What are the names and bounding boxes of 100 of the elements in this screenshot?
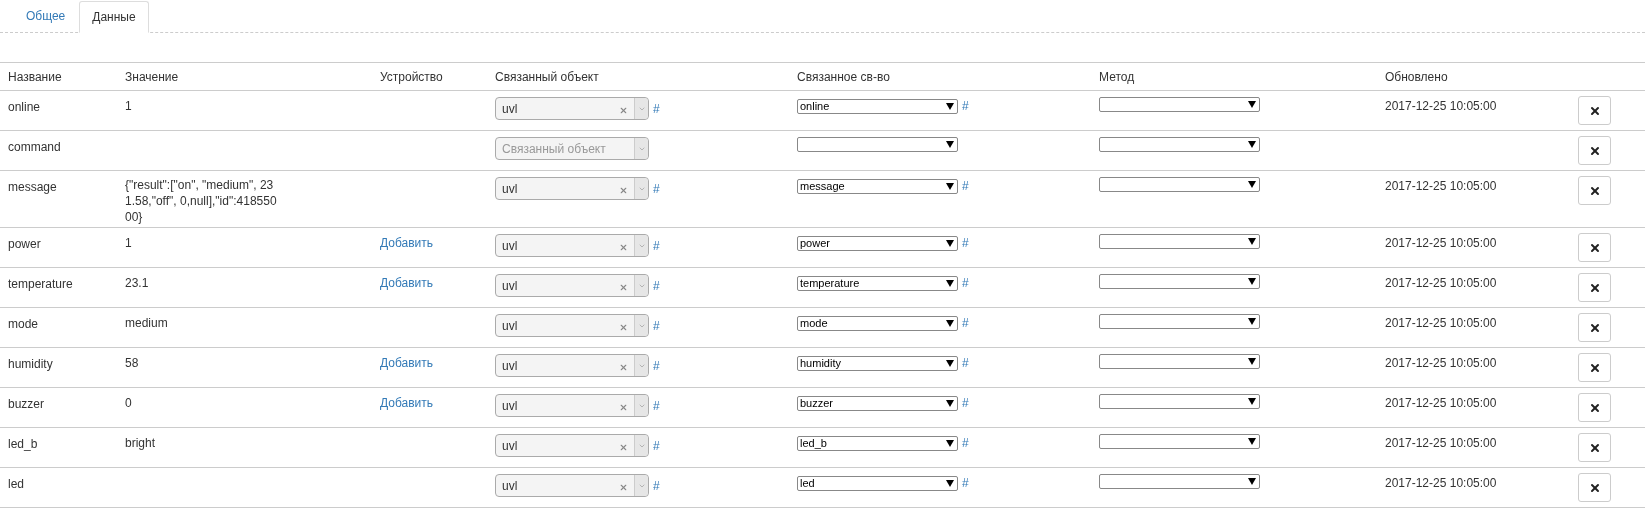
dropdown-arrow-icon (1248, 238, 1256, 245)
dropdown-arrow-icon (946, 479, 954, 487)
clear-icon[interactable] (619, 323, 628, 332)
hash-link[interactable]: # (653, 99, 660, 118)
dropdown-arrow-icon (946, 359, 954, 367)
dropdown-toggle[interactable] (634, 275, 648, 296)
object-select[interactable]: uvl (495, 354, 649, 377)
property-select[interactable]: power (797, 235, 958, 251)
table-cell-text: humidity (8, 356, 54, 373)
table-cell-text: command (8, 139, 62, 156)
method-select[interactable] (1099, 354, 1260, 369)
method-select[interactable] (1099, 137, 1260, 152)
add-link[interactable]: Добавить (380, 236, 434, 250)
property-select[interactable]: led_b (797, 435, 958, 451)
property-select[interactable]: online (797, 98, 958, 114)
method-select[interactable] (1099, 97, 1260, 112)
clear-icon[interactable] (619, 443, 628, 452)
dropdown-toggle[interactable] (634, 435, 648, 456)
delete-button[interactable] (1578, 273, 1611, 302)
table-cell-text: temperature (8, 276, 74, 293)
clear-icon[interactable] (619, 186, 628, 195)
clear-icon[interactable] (619, 243, 628, 252)
hash-link[interactable]: # (653, 396, 660, 415)
hash-link[interactable]: # (962, 394, 969, 412)
delete-button[interactable] (1578, 433, 1611, 462)
delete-button[interactable] (1578, 233, 1611, 262)
hash-link[interactable]: # (962, 354, 969, 372)
clear-icon[interactable] (619, 363, 628, 372)
hash-link[interactable]: # (962, 97, 969, 115)
property-select[interactable]: buzzer (797, 395, 958, 411)
property-select[interactable]: led (797, 475, 958, 491)
hash-link[interactable]: # (653, 179, 660, 198)
clear-icon[interactable] (619, 283, 628, 292)
clear-icon[interactable] (619, 483, 628, 492)
dropdown-arrow-icon (946, 102, 954, 110)
hash-link[interactable]: # (653, 476, 660, 495)
close-icon (1588, 184, 1601, 197)
method-select[interactable] (1099, 234, 1260, 249)
property-select[interactable]: humidity (797, 355, 958, 371)
method-select[interactable] (1099, 274, 1260, 289)
delete-button[interactable] (1578, 353, 1611, 382)
hash-link[interactable]: # (653, 436, 660, 455)
clear-icon[interactable] (619, 403, 628, 412)
property-select[interactable]: message (797, 178, 958, 194)
object-select[interactable]: Связанный объект (495, 137, 649, 160)
object-select[interactable]: uvl (495, 314, 649, 337)
hash-link[interactable]: # (653, 356, 660, 375)
dropdown-toggle[interactable] (634, 475, 648, 496)
tab[interactable]: Данные (79, 1, 149, 33)
add-link[interactable]: Добавить (380, 396, 434, 410)
object-select[interactable]: uvl (495, 234, 649, 257)
table-cell-text: buzzer (8, 396, 46, 413)
dropdown-toggle[interactable] (634, 355, 648, 376)
dropdown-arrow-icon (1248, 101, 1256, 108)
delete-button[interactable] (1578, 313, 1611, 342)
table-cell: 2017-12-25 10:05:00 (1385, 276, 1497, 290)
delete-button[interactable] (1578, 96, 1611, 125)
object-select[interactable]: uvl (495, 97, 649, 120)
hash-link[interactable]: # (962, 474, 969, 492)
hash-link[interactable]: # (962, 434, 969, 452)
table-cell-text: led_b (8, 436, 39, 453)
hash-link[interactable]: # (653, 316, 660, 335)
dropdown-arrow-icon (946, 439, 954, 447)
delete-button[interactable] (1578, 136, 1611, 165)
hash-link[interactable]: # (962, 234, 969, 252)
dropdown-toggle[interactable] (634, 235, 648, 256)
method-select[interactable] (1099, 474, 1260, 489)
hash-link[interactable]: # (653, 236, 660, 255)
dropdown-toggle[interactable] (634, 98, 648, 119)
dropdown-toggle[interactable] (634, 315, 648, 336)
hash-link[interactable]: # (962, 274, 969, 292)
hash-link[interactable]: # (962, 177, 969, 195)
add-link[interactable]: Добавить (380, 276, 434, 290)
delete-button[interactable] (1578, 393, 1611, 422)
tab[interactable]: Общее (12, 0, 80, 32)
property-select[interactable]: mode (797, 315, 958, 331)
property-select[interactable] (797, 137, 958, 152)
hash-link[interactable]: # (653, 276, 660, 295)
table-cell-text: {"result":["on", "medium", 231.58,"off", 0,null],"id":41855000} (125, 177, 278, 225)
clear-icon[interactable] (619, 106, 628, 115)
dropdown-arrow-icon (946, 399, 954, 407)
method-select[interactable] (1099, 394, 1260, 409)
method-select[interactable] (1099, 314, 1260, 329)
property-select[interactable]: temperature (797, 275, 958, 291)
dropdown-toggle[interactable] (634, 138, 648, 159)
method-select[interactable] (1099, 177, 1260, 192)
delete-button[interactable] (1578, 473, 1611, 502)
object-select[interactable]: uvl (495, 274, 649, 297)
dropdown-arrow-icon (1248, 318, 1256, 325)
add-link[interactable]: Добавить (380, 356, 434, 370)
object-select[interactable]: uvl (495, 474, 649, 497)
close-icon (1588, 441, 1601, 454)
hash-link[interactable]: # (962, 314, 969, 332)
object-select[interactable]: uvl (495, 394, 649, 417)
method-select[interactable] (1099, 434, 1260, 449)
object-select[interactable]: uvl (495, 434, 649, 457)
delete-button[interactable] (1578, 176, 1611, 205)
object-select[interactable]: uvl (495, 177, 649, 200)
dropdown-toggle[interactable] (634, 395, 648, 416)
dropdown-toggle[interactable] (634, 178, 648, 199)
